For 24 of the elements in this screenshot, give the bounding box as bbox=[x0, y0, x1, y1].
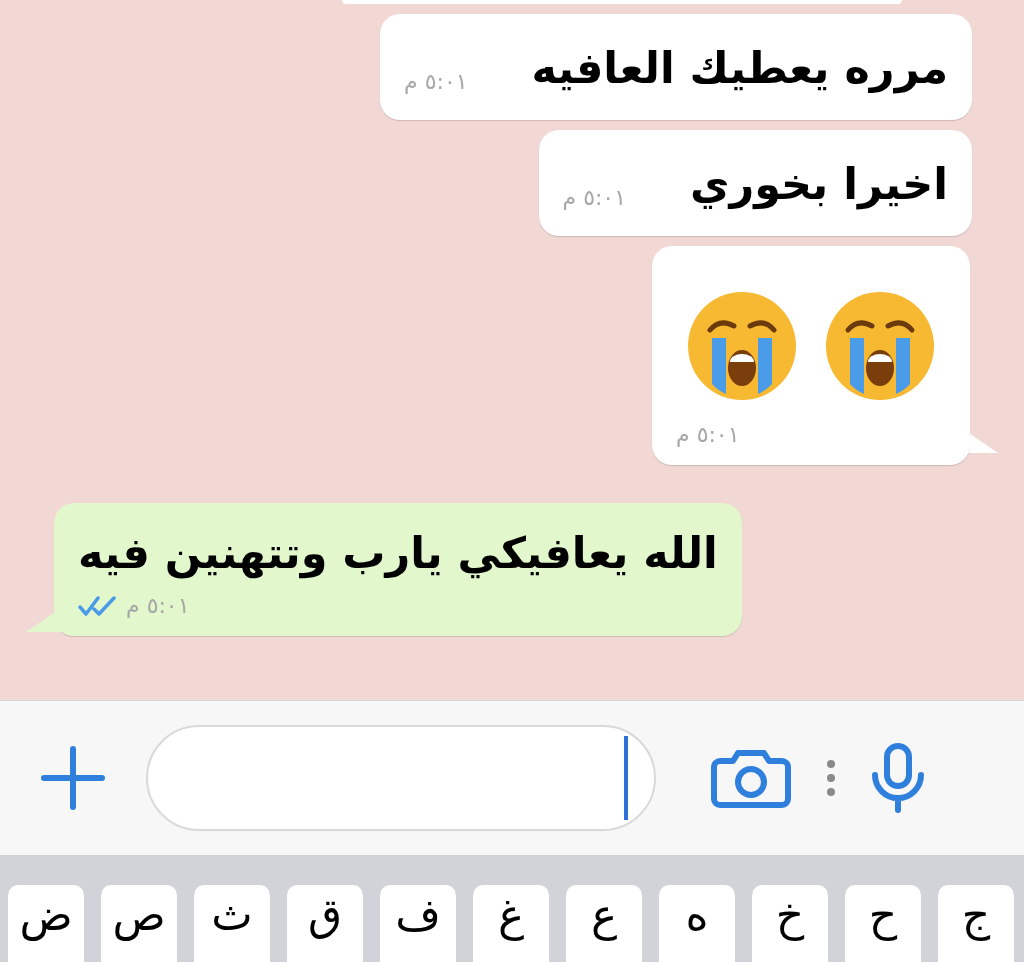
microphone-icon[interactable] bbox=[870, 743, 926, 813]
keyboard-key[interactable]: ج bbox=[938, 885, 1014, 962]
message-time: ٥:٠١ م bbox=[126, 592, 190, 620]
keyboard-key[interactable]: ف bbox=[380, 885, 456, 962]
message-text: اخيرا بخوري bbox=[690, 158, 948, 212]
message-time: ٥:٠١ م bbox=[562, 184, 626, 212]
message-time: ٥:٠١ م bbox=[404, 68, 468, 96]
message-text: مرره يعطيك العافيه bbox=[531, 42, 948, 96]
camera-icon[interactable] bbox=[710, 747, 792, 809]
message-text: الله يعافيكي يارب وتتهنين فيه bbox=[78, 527, 718, 581]
keyboard-key[interactable]: ص bbox=[101, 885, 177, 962]
keyboard-key[interactable]: ض bbox=[8, 885, 84, 962]
message-time: ٥:٠١ م bbox=[676, 421, 740, 449]
keyboard-key[interactable]: غ bbox=[473, 885, 549, 962]
more-icon[interactable] bbox=[826, 758, 836, 798]
crying-face-icon bbox=[686, 290, 798, 402]
plus-icon[interactable] bbox=[40, 745, 106, 811]
keyboard-key[interactable]: خ bbox=[752, 885, 828, 962]
keyboard-key[interactable]: ح bbox=[845, 885, 921, 962]
keyboard-key[interactable]: ث bbox=[194, 885, 270, 962]
keyboard-key[interactable]: ه bbox=[659, 885, 735, 962]
crying-face-icon bbox=[824, 290, 936, 402]
keyboard-key[interactable]: ق bbox=[287, 885, 363, 962]
keyboard-key[interactable]: ع bbox=[566, 885, 642, 962]
